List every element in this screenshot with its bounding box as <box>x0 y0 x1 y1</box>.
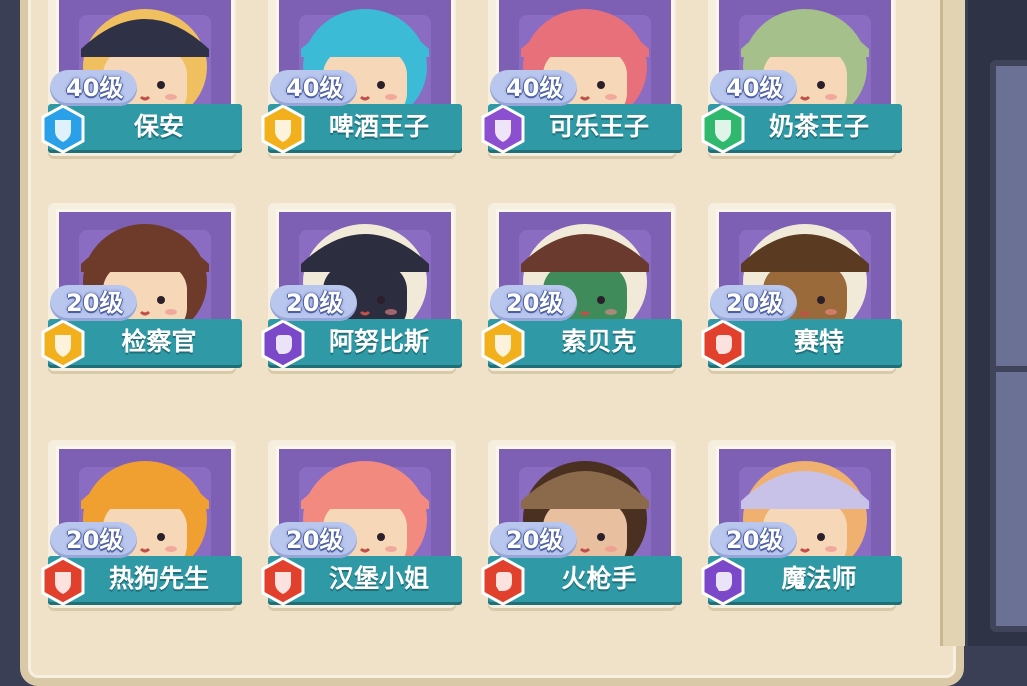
red-shield-icon <box>40 556 86 606</box>
level-badge: 40级 <box>50 70 138 106</box>
character-card[interactable]: 保安 40级 <box>40 0 242 190</box>
purple-shield-icon <box>480 104 526 154</box>
level-badge: 20级 <box>270 522 358 558</box>
level-badge: 20级 <box>50 285 138 321</box>
green-shield-icon <box>700 104 746 154</box>
character-name: 索贝克 <box>561 327 637 356</box>
level-badge: 20级 <box>710 522 798 558</box>
character-card[interactable]: 汉堡小姐 20级 <box>260 432 462 642</box>
character-card[interactable]: 奶茶王子 40级 <box>700 0 902 190</box>
character-name: 检察官 <box>121 327 197 356</box>
character-name: 魔法师 <box>781 564 857 593</box>
level-badge: 20级 <box>50 522 138 558</box>
purple-fist-icon <box>700 556 746 606</box>
level-badge: 40级 <box>490 70 578 106</box>
level-badge: 20级 <box>270 285 358 321</box>
character-name: 啤酒王子 <box>328 112 429 141</box>
gold-shield-icon <box>260 104 306 154</box>
level-badge: 20级 <box>490 285 578 321</box>
gold-shield-icon <box>480 319 526 369</box>
character-name: 汉堡小姐 <box>328 564 429 593</box>
character-card[interactable]: 索贝克 20级 <box>480 195 682 405</box>
character-card[interactable]: 热狗先生 20级 <box>40 432 242 642</box>
character-card[interactable]: 魔法师 20级 <box>700 432 902 642</box>
character-name: 阿努比斯 <box>328 327 429 356</box>
purple-fist-icon <box>260 319 306 369</box>
gold-shield-icon <box>40 319 86 369</box>
character-card[interactable]: 检察官 20级 <box>40 195 242 405</box>
character-card[interactable]: 赛特 20级 <box>700 195 902 405</box>
character-name: 可乐王子 <box>548 112 649 141</box>
level-badge: 20级 <box>490 522 578 558</box>
red-shield-icon <box>260 556 306 606</box>
board-edge <box>940 0 965 646</box>
level-badge: 40级 <box>270 70 358 106</box>
level-badge: 40级 <box>710 70 798 106</box>
character-card[interactable]: 啤酒王子 40级 <box>260 0 462 190</box>
red-fist-icon <box>480 556 526 606</box>
character-name: 奶茶王子 <box>768 112 869 141</box>
window-decoration <box>990 60 1027 632</box>
character-card[interactable]: 火枪手 20级 <box>480 432 682 642</box>
character-card[interactable]: 可乐王子 40级 <box>480 0 682 190</box>
blue-shield-icon <box>40 104 86 154</box>
character-card[interactable]: 阿努比斯 20级 <box>260 195 462 405</box>
character-name: 赛特 <box>793 327 844 356</box>
character-name: 保安 <box>133 112 184 141</box>
character-name: 热狗先生 <box>108 564 209 593</box>
character-name: 火枪手 <box>561 564 637 593</box>
red-fist-icon <box>700 319 746 369</box>
level-badge: 20级 <box>710 285 798 321</box>
